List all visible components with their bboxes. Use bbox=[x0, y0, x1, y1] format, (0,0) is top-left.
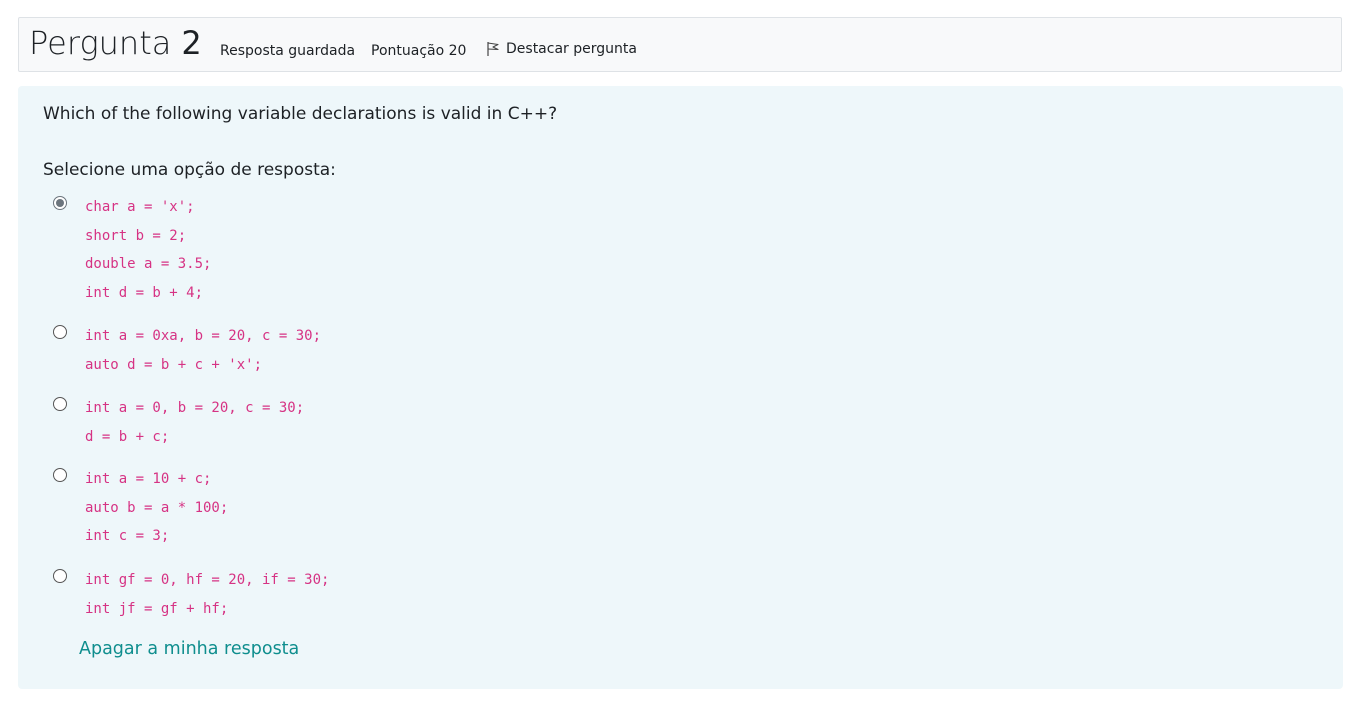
code-line: short b = 2; bbox=[85, 227, 187, 244]
question-info-bar: Pergunta 2 Resposta guardada Pontuação 20… bbox=[18, 17, 1342, 72]
code-line: int gf = 0, hf = 20, if = 30; bbox=[85, 572, 330, 588]
code-line: int jf = gf + hf; bbox=[85, 600, 229, 617]
answer-code-1: char a = 'x'; short b = 2; double a = 3.… bbox=[85, 193, 211, 308]
flag-outline-icon bbox=[487, 42, 499, 56]
answer-radio-1[interactable] bbox=[53, 196, 67, 210]
code-line: double a = 3.5; bbox=[85, 256, 212, 273]
clear-answer-link[interactable]: Apagar a minha resposta bbox=[79, 639, 299, 659]
question-label: Pergunta bbox=[29, 24, 172, 62]
code-line: int d = b + 4; bbox=[85, 285, 204, 302]
code-line: auto b = a * 100; bbox=[85, 499, 229, 516]
code-line: int a = 0, b = 20, c = 30; bbox=[85, 400, 305, 416]
question-number: 2 bbox=[181, 24, 202, 62]
answer-code-3: int a = 0, b = 20, c = 30; d = b + c; bbox=[85, 394, 304, 451]
question-grade: Pontuação 20 bbox=[371, 43, 467, 59]
question-text: Which of the following variable declarat… bbox=[43, 104, 558, 124]
code-line: int a = 0xa, b = 20, c = 30; bbox=[85, 328, 322, 344]
code-line: auto d = b + c + 'x'; bbox=[85, 356, 263, 373]
answer-radio-3[interactable] bbox=[53, 397, 67, 411]
answer-radio-2[interactable] bbox=[53, 325, 67, 339]
code-line: d = b + c; bbox=[85, 428, 170, 445]
answer-code-5: int gf = 0, hf = 20, if = 30; int jf = g… bbox=[85, 566, 329, 623]
question-content-panel: Which of the following variable declarat… bbox=[18, 86, 1343, 689]
answer-radio-4[interactable] bbox=[53, 468, 67, 482]
question-number-heading: Pergunta 2 bbox=[29, 24, 202, 62]
flag-question-label: Destacar pergunta bbox=[506, 41, 637, 57]
code-line: int c = 3; bbox=[85, 528, 170, 545]
flag-question-button[interactable]: Destacar pergunta bbox=[486, 41, 637, 57]
code-line: int a = 10 + c; bbox=[85, 471, 212, 487]
answer-prompt: Selecione uma opção de resposta: bbox=[43, 160, 336, 180]
answer-radio-5[interactable] bbox=[53, 569, 67, 583]
answer-code-4: int a = 10 + c; auto b = a * 100; int c … bbox=[85, 465, 228, 551]
answer-code-2: int a = 0xa, b = 20, c = 30; auto d = b … bbox=[85, 322, 321, 379]
question-state: Resposta guardada bbox=[220, 43, 356, 59]
code-line: char a = 'x'; bbox=[85, 199, 195, 215]
